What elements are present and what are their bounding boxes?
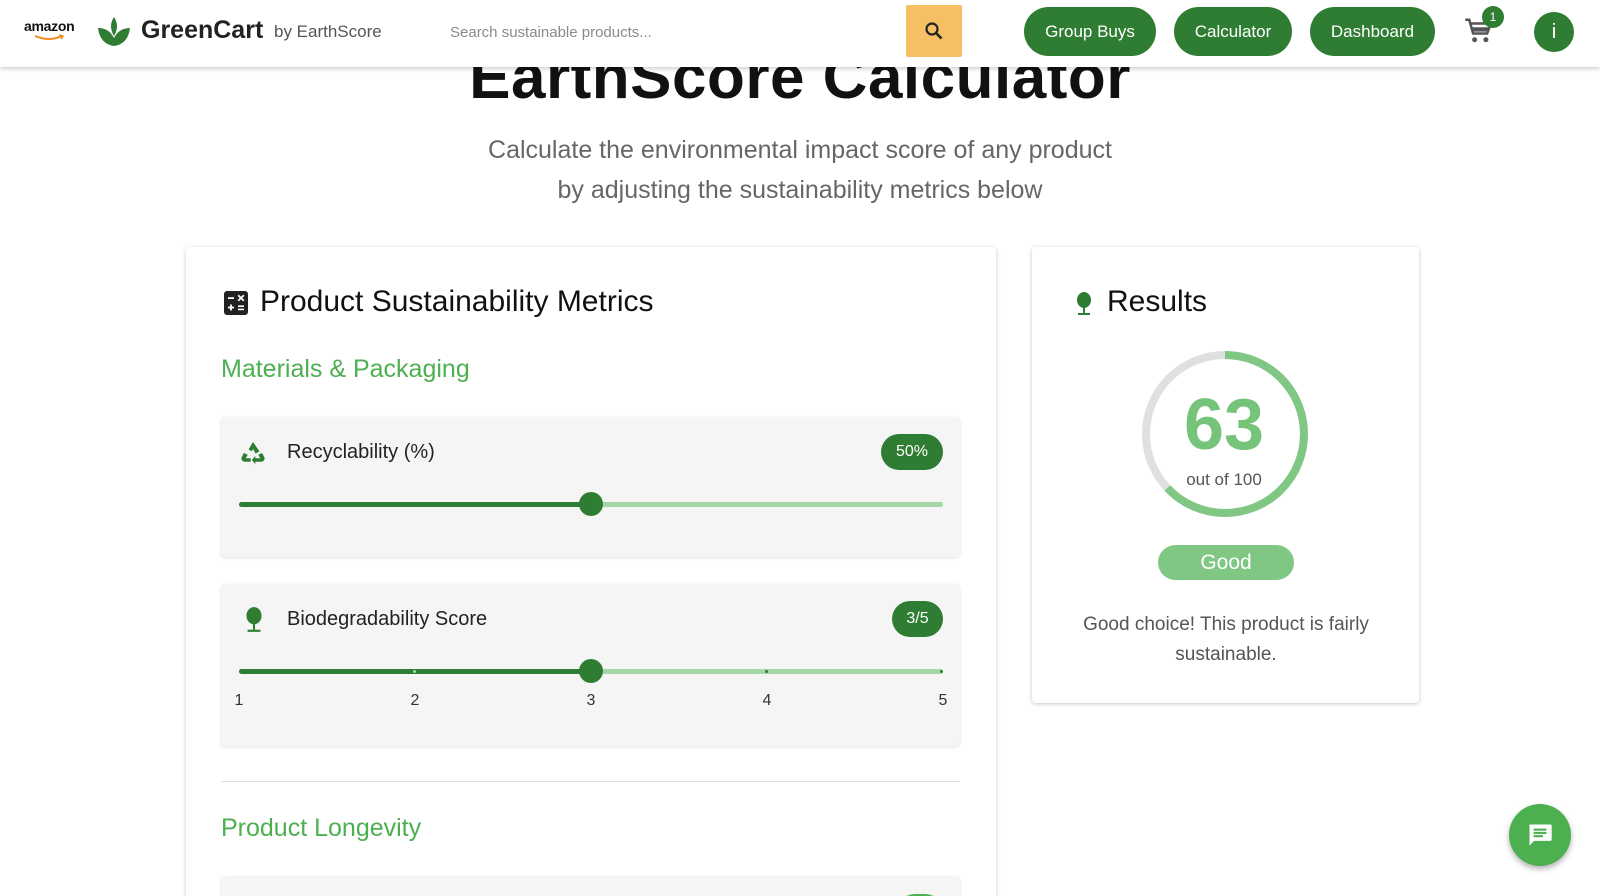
- section-title-longevity: Product Longevity: [221, 814, 422, 842]
- slider-tick: [413, 670, 416, 673]
- slider-tick-label: 1: [234, 692, 244, 709]
- nav-group-buys-button[interactable]: Group Buys: [1024, 7, 1156, 56]
- slider-tick: [940, 670, 943, 673]
- score-caption: out of 100: [1186, 470, 1262, 489]
- recyclability-value-chip: 50%: [881, 434, 943, 470]
- section-title-materials: Materials & Packaging: [221, 355, 470, 383]
- slider-tick-label: 3: [586, 692, 596, 709]
- metrics-card-title: Product Sustainability Metrics: [260, 285, 654, 318]
- amazon-logo[interactable]: amazon: [24, 18, 80, 42]
- slider-tick: [765, 670, 768, 673]
- slider-tick-label: 4: [762, 692, 772, 709]
- page: EarthScore Calculator Calculate the envi…: [0, 0, 1600, 896]
- rating-badge: Good: [1158, 545, 1294, 580]
- top-navbar: amazon GreenCart by EarthScore Group Buy…: [0, 0, 1600, 67]
- metric-biodegradability: Biodegradability Score 3/5 1 2 3 4 5: [221, 584, 960, 746]
- amazon-logo-text: amazon: [24, 18, 75, 34]
- result-message: Good choice! This product is fairly sust…: [1083, 614, 1369, 665]
- search-button[interactable]: [906, 5, 962, 57]
- cart-count-badge: 1: [1482, 6, 1504, 28]
- slider-tick-label: 5: [938, 692, 948, 709]
- search-icon: [925, 22, 943, 40]
- brand-byline: by EarthScore: [274, 22, 382, 41]
- tree-icon: [1072, 290, 1096, 323]
- biodegradability-value-chip: 3/5: [892, 601, 943, 637]
- calculator-icon: [224, 291, 248, 320]
- recyclability-slider-thumb[interactable]: [579, 492, 603, 516]
- biodegradability-slider[interactable]: [239, 659, 943, 683]
- amazon-smile-icon: [34, 34, 65, 40]
- recyclability-label: Recyclability (%): [287, 441, 435, 463]
- score-value: 63: [1183, 385, 1265, 465]
- nav-calculator-button[interactable]: Calculator: [1174, 7, 1292, 56]
- tree-icon: [241, 606, 267, 639]
- section-divider: [221, 781, 960, 782]
- metrics-card: [186, 247, 996, 896]
- page-subtitle-line-1: Calculate the environmental impact score…: [488, 136, 1112, 164]
- recyclability-slider-fill: [239, 502, 591, 507]
- user-avatar[interactable]: i: [1534, 12, 1574, 52]
- search-input[interactable]: [434, 6, 906, 58]
- biodegradability-label: Biodegradability Score: [287, 608, 488, 630]
- chat-button[interactable]: [1509, 804, 1571, 866]
- recycle-icon: [239, 439, 267, 472]
- biodegradability-slider-thumb[interactable]: [579, 659, 603, 683]
- slider-tick-label: 2: [410, 692, 420, 709]
- brand-name[interactable]: GreenCart: [141, 16, 263, 45]
- results-card-title: Results: [1107, 285, 1208, 318]
- metric-recyclability: Recyclability (%) 50%: [221, 417, 960, 557]
- metric-longevity-partial: [221, 876, 960, 896]
- leaf-logo-icon: [97, 16, 131, 53]
- page-subtitle-line-2: by adjusting the sustainability metrics …: [557, 176, 1043, 204]
- nav-dashboard-button[interactable]: Dashboard: [1310, 7, 1435, 56]
- chat-icon: [1529, 824, 1552, 846]
- recyclability-slider[interactable]: [239, 492, 943, 516]
